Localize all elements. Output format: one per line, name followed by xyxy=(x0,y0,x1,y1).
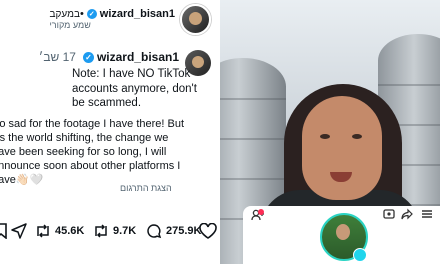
notification-badge xyxy=(258,209,264,215)
bookmark-button[interactable] xyxy=(0,223,8,239)
tweet-date: 17 שב׳ xyxy=(38,50,76,64)
video-frame[interactable] xyxy=(220,0,440,264)
dot-separator: • xyxy=(79,8,84,20)
header-avatar[interactable] xyxy=(180,3,211,35)
profile-overlay xyxy=(243,206,440,264)
tweet-body: So sad for the footage I have there! But… xyxy=(0,118,185,186)
share-icon[interactable] xyxy=(401,208,413,223)
heart-icon xyxy=(199,223,217,239)
verified-icon: ✓ xyxy=(86,9,97,19)
translate-link[interactable]: הצגת התרגום xyxy=(120,183,172,193)
tweet-header: wizard_bisan1 ✓ 17 שב׳ xyxy=(39,50,179,64)
person-face xyxy=(302,96,382,200)
reply-count: 275.9K xyxy=(166,225,202,237)
send-icon xyxy=(11,223,27,239)
original-audio-label[interactable]: שמע מקורי xyxy=(49,20,90,30)
repost-icon xyxy=(95,224,107,238)
follow-button[interactable]: במעקב xyxy=(49,9,79,20)
header-line: wizard_bisan1 ✓ • במעקב xyxy=(49,8,175,20)
header-username[interactable]: wizard_bisan1 xyxy=(100,8,175,20)
repost-button[interactable]: 9.7K xyxy=(93,224,136,238)
tweet-note: Note: I have NO TikTok accounts anymore,… xyxy=(72,68,197,109)
like-button[interactable] xyxy=(199,223,217,239)
bookmark-icon xyxy=(0,223,7,239)
comment-icon xyxy=(147,224,162,239)
header-text: wizard_bisan1 ✓ • במעקב שמע מקורי xyxy=(49,8,175,30)
menu-icon[interactable] xyxy=(421,208,433,223)
tweet-username[interactable]: wizard_bisan1 xyxy=(97,50,179,64)
verified-icon: ✓ xyxy=(82,51,94,63)
share-button[interactable] xyxy=(11,223,27,239)
reply-button[interactable]: 275.9K xyxy=(146,223,201,239)
like-count: 45.6K xyxy=(55,225,85,237)
live-icon[interactable] xyxy=(383,208,395,223)
retweet-count: 9.7K xyxy=(113,225,137,237)
action-bar: 45.6K 9.7K 275.9K xyxy=(0,222,219,240)
follow-plus-icon[interactable] xyxy=(353,248,367,262)
retweet-button[interactable]: 45.6K xyxy=(35,224,84,238)
post-header: wizard_bisan1 ✓ • במעקב שמע מקורי xyxy=(49,3,211,35)
retweet-icon xyxy=(37,224,49,238)
post-panel: wizard_bisan1 ✓ • במעקב שמע מקורי wizard… xyxy=(0,0,219,264)
